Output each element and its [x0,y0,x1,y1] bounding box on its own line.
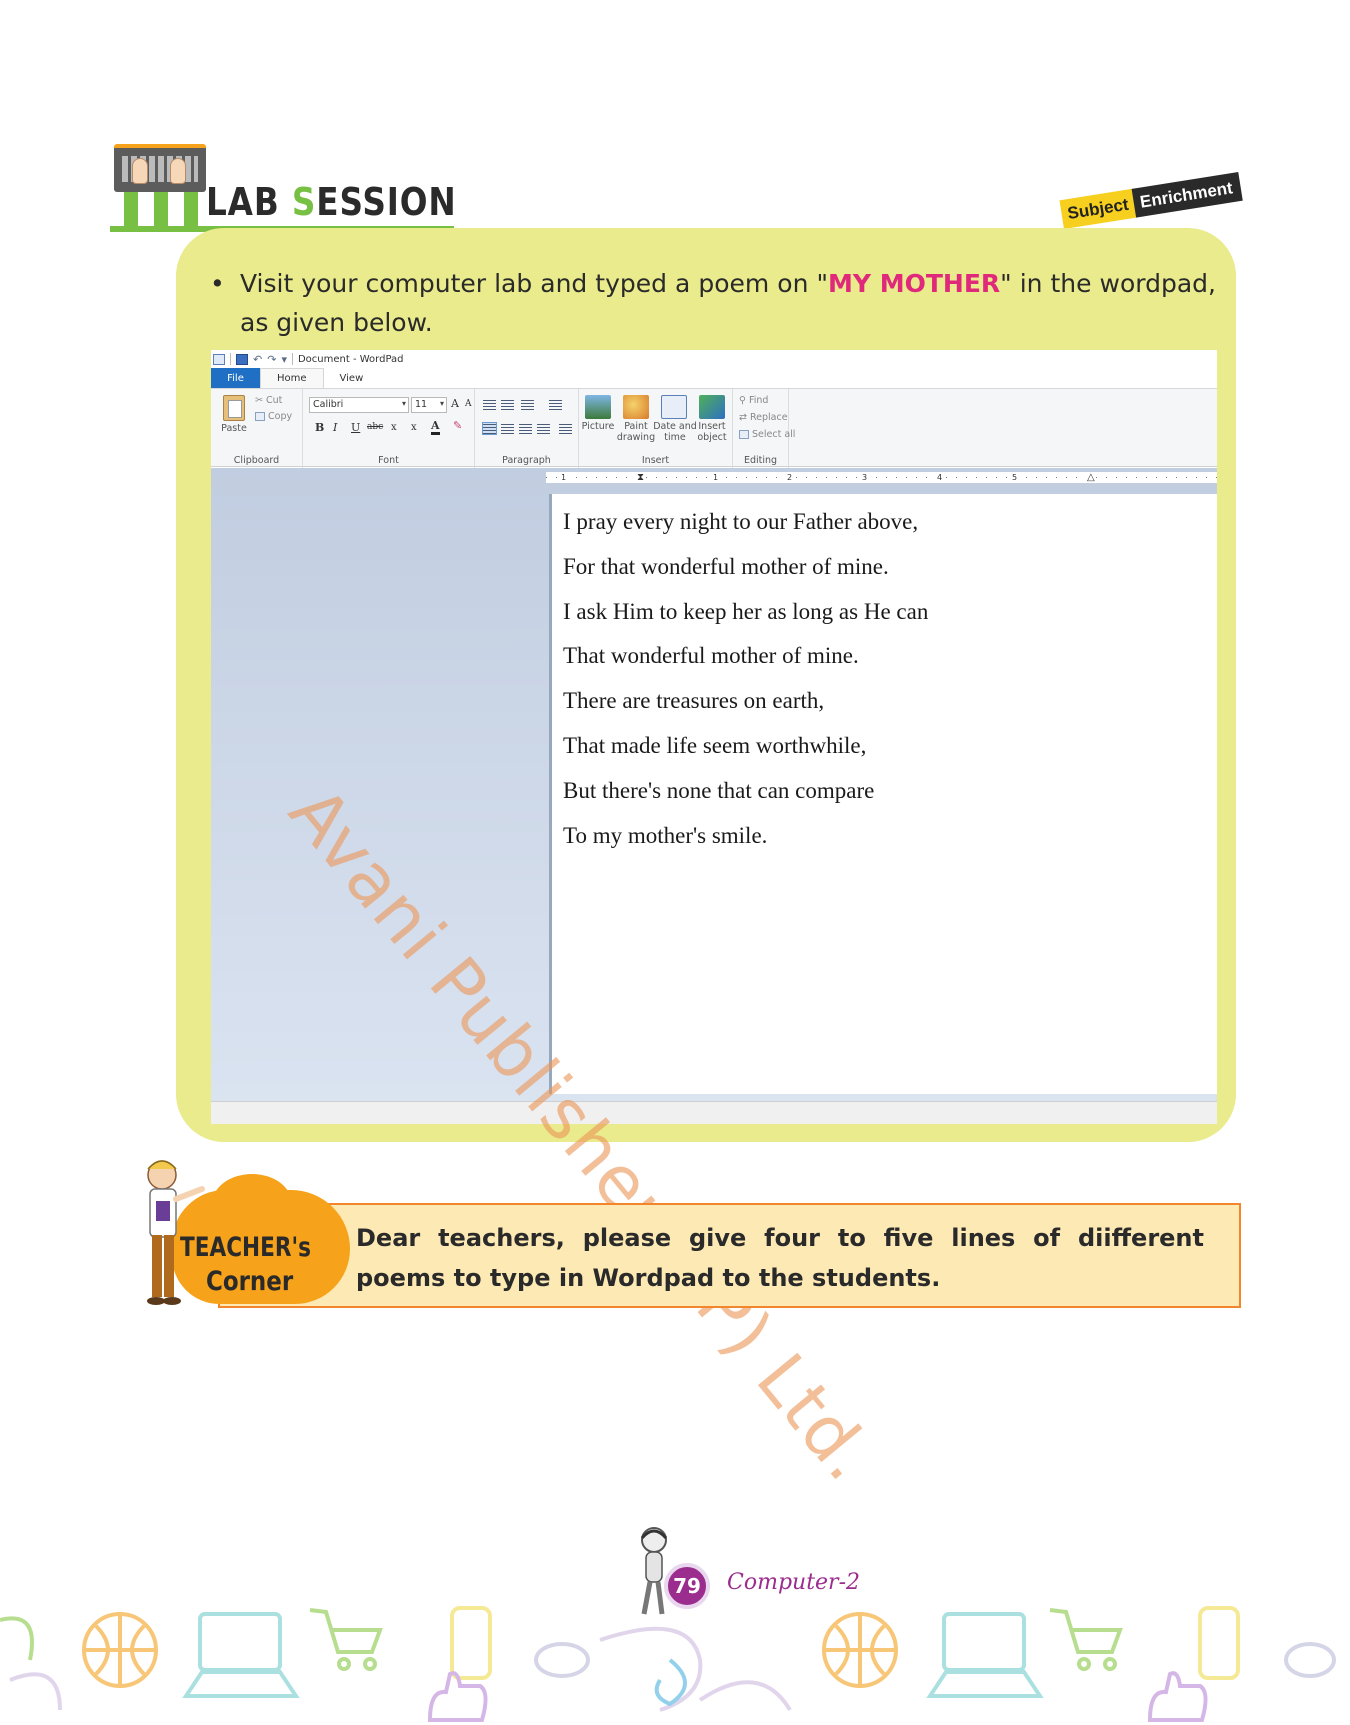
font-size-select[interactable]: 11 ▾ [411,397,447,413]
poem-line: To my mother's smile. [563,822,768,848]
select-all-button[interactable]: Select all [739,429,795,440]
undo-icon[interactable]: ↶ [253,354,262,365]
copy-icon [255,412,265,421]
left-indent-marker[interactable]: ⧗ [636,472,646,483]
poem-title-highlight: MY MOTHER [827,269,1001,298]
picture-button[interactable]: Picture [579,421,617,432]
customize-toolbar-icon[interactable]: ▾ [281,354,287,365]
shrink-font-button[interactable]: A [465,399,472,409]
binoculars-icon: ⚲ [739,395,746,406]
justify-icon[interactable] [537,423,550,434]
subject-enrichment-badge: Subject Enrichment [1059,172,1243,229]
underline-button[interactable]: U [351,421,360,434]
hand-icon [132,158,148,184]
calendar-icon[interactable] [661,395,687,419]
list-icon[interactable] [521,399,534,410]
insert-object-icon[interactable] [699,395,725,419]
editing-group: ⚲ Find ⇄ Replace Select all Editing [733,389,795,468]
picture-icon[interactable] [585,395,611,419]
lab-session-header: LAB SESSION [110,140,460,232]
right-indent-marker[interactable]: △ [1086,472,1096,483]
teachers-corner-label-2: Corner [206,1266,294,1297]
find-button[interactable]: ⚲ Find [739,395,768,406]
increase-indent-icon[interactable] [501,399,514,410]
copy-button[interactable]: Copy [255,411,292,422]
ruler[interactable]: 1 ⧗ 1 2 3 4 5 △ [546,472,1217,483]
paste-icon[interactable] [223,395,245,421]
date-time-button[interactable]: Date and time [653,421,697,443]
poem-line: That wonderful mother of mine. [563,643,859,669]
hand-icon [170,158,186,184]
editing-label: Editing [743,455,778,466]
poem-line: But there's none that can compare [563,777,875,803]
wordpad-window: ↶ ↷ ▾ Document - WordPad File Home View … [211,350,1217,1124]
keyboard-icon [114,144,206,192]
font-family-select[interactable]: Calibri ▾ [309,397,409,413]
align-left-icon[interactable] [482,422,497,435]
poem-line: I pray every night to our Father above, [563,509,919,534]
font-group: Calibri ▾ 11 ▾ A A B I U abc x x A ✎ Font [303,389,475,468]
badge-subject: Subject [1059,188,1137,229]
paint-drawing-button[interactable]: Paint drawing [615,421,657,443]
grow-font-button[interactable]: A [451,397,459,410]
decrease-indent-icon[interactable] [483,399,496,410]
poem-line: There are treasures on earth, [563,688,825,714]
strikethrough-button[interactable]: abc [367,422,383,432]
italic-button[interactable]: I [333,421,337,434]
instruction-text: • Visit your computer lab and typed a po… [210,269,1216,337]
badge-enrichment: Enrichment [1131,172,1243,218]
redo-icon[interactable]: ↷ [267,354,276,365]
ribbon-tabs: File Home View [211,368,1217,388]
cut-button[interactable]: ✂ Cut [255,395,282,406]
paragraph-settings-icon[interactable] [559,423,572,434]
align-center-icon[interactable] [501,423,514,434]
font-label: Font [378,455,399,466]
poem-line: For that wonderful mother of mine. [563,553,889,579]
insert-label: Insert [641,455,670,466]
line-spacing-icon[interactable] [549,399,562,410]
teachers-corner-label: TEACHER's [180,1232,311,1263]
replace-icon: ⇄ [739,412,747,423]
wordpad-app-icon[interactable] [213,353,225,365]
poem-line: That made life seem worthwhile, [563,732,867,758]
replace-button[interactable]: ⇄ Replace [739,412,788,423]
clipboard-group: Paste ✂ Cut Copy Clipboard [211,389,303,468]
insert-object-button[interactable]: Insert object [693,421,731,443]
tab-view[interactable]: View [324,368,380,388]
page-title: LAB SESSION [206,180,457,224]
bold-button[interactable]: B [315,421,324,434]
align-right-icon[interactable] [519,423,532,434]
paint-drawing-icon[interactable] [623,395,649,419]
save-icon[interactable] [236,353,248,365]
ribbon: Paste ✂ Cut Copy Clipboard Calibri ▾ 11 ▾ A… [211,388,1217,468]
teachers-corner-text: Dear teachers, please give four to five … [356,1224,1204,1292]
paragraph-group: Paragraph [475,389,579,468]
book-name: Computer-2 [727,1570,860,1595]
paragraph-label: Paragraph [502,455,551,466]
poem-line: I ask Him to keep her as long as He can [563,598,929,624]
tab-home[interactable]: Home [260,368,324,388]
subscript-button[interactable]: x [391,422,397,433]
footer-decoration [0,1606,1336,1722]
select-all-icon [739,430,749,439]
highlight-icon[interactable]: ✎ [453,419,462,432]
paste-button[interactable]: Paste [219,423,249,434]
scissors-icon: ✂ [255,395,263,406]
tab-file[interactable]: File [211,368,260,388]
insert-group: Picture Paint drawing Date and time Insert… [579,389,733,468]
wordpad-titlebar: ↶ ↷ ▾ Document - WordPad [211,350,1217,368]
document-page[interactable]: I pray every night to our Father above, … [549,494,1217,1094]
clipboard-label: Clipboard [233,455,280,466]
status-bar [211,1101,1217,1124]
window-title: Document - WordPad [297,353,404,365]
superscript-button[interactable]: x [411,422,417,433]
text-color-button[interactable]: A [431,419,440,435]
